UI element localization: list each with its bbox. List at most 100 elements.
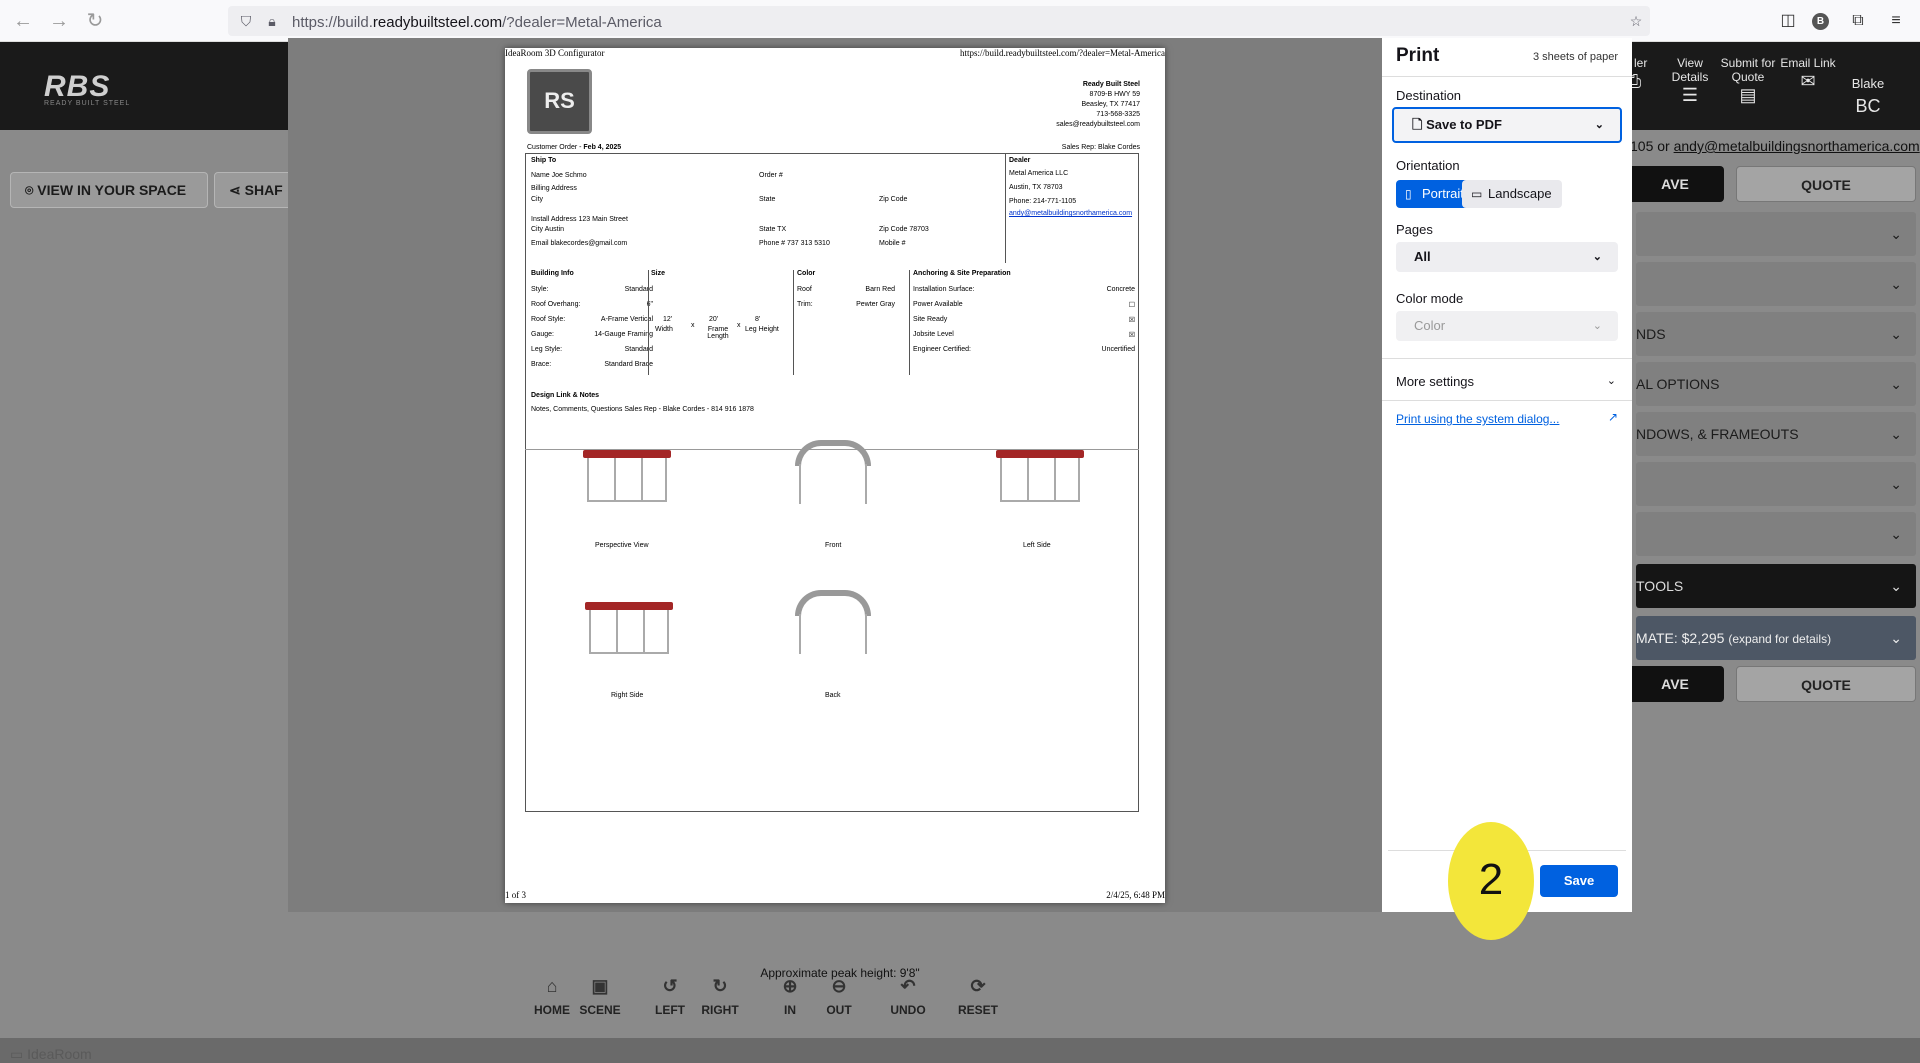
anch-engineer-value: Uncertified: [1101, 346, 1135, 353]
save-design-button[interactable]: AVE: [1626, 166, 1724, 202]
email-link-button[interactable]: Email Link ✉: [1780, 56, 1836, 91]
size-height: 8': [755, 316, 761, 323]
url-text[interactable]: https://build.readybuiltsteel.com/?deale…: [292, 14, 662, 31]
install-city: City Austin: [531, 226, 565, 233]
chevron-down-icon[interactable]: ⌄: [1607, 374, 1616, 387]
logo[interactable]: RBS: [44, 70, 110, 104]
extensions-icon[interactable]: ⧉: [1848, 11, 1868, 31]
color-title: Color: [797, 270, 816, 277]
destination-select[interactable]: 🗋︎ Save to PDF ⌄: [1392, 107, 1622, 143]
save-button[interactable]: Save: [1540, 865, 1618, 897]
accordion-section-4[interactable]: AL OPTIONS ⌄: [1636, 362, 1916, 406]
frame-shape: [589, 610, 669, 654]
sales-rep: Sales Rep: Blake Cordes: [1061, 144, 1140, 151]
color-roof: Roof: [797, 286, 812, 293]
accordion-section-1[interactable]: ⌄: [1636, 212, 1916, 256]
color-trim: Trim:: [797, 301, 813, 308]
address-bar[interactable]: ⛉ 🔒︎ https://build.readybuiltsteel.com/?…: [228, 6, 1650, 36]
user-name[interactable]: Blake: [1844, 76, 1892, 91]
scene-label: SCENE: [579, 1003, 621, 1017]
anch-power-value: ☐: [1128, 302, 1135, 309]
billing-city: City: [531, 196, 544, 203]
billing-zip: Zip Code: [879, 196, 908, 203]
divider: [1138, 153, 1139, 812]
orientation-label: Orientation: [1396, 158, 1460, 173]
profile-avatar[interactable]: B: [1812, 13, 1829, 30]
company-block: Ready Built Steel 8709-B HWY 59 Beasley,…: [1056, 80, 1140, 130]
color-mode-select[interactable]: Color ⌄: [1396, 311, 1618, 341]
share-button[interactable]: ⋖ SHAF: [214, 172, 294, 208]
share-icon: ⋖: [229, 182, 245, 198]
pages-select[interactable]: All ⌄: [1396, 242, 1618, 272]
pages-label: Pages: [1396, 222, 1433, 237]
submit-quote-button[interactable]: Submit for Quote ▤: [1720, 56, 1776, 104]
order-date: Feb 4, 2025: [583, 144, 622, 151]
print-preview-page: IdeaRoom 3D Configurator https://build.r…: [505, 48, 1165, 903]
menu-icon[interactable]: ≡: [1886, 11, 1906, 31]
back-icon[interactable]: ←: [12, 10, 34, 32]
dealer-name: Metal America LLC: [1009, 170, 1069, 177]
quote-button-bottom[interactable]: QUOTE: [1736, 666, 1916, 702]
lock-icon[interactable]: 🔒︎: [264, 13, 280, 29]
chevron-down-icon: ⌄: [1890, 578, 1902, 594]
reset-button[interactable]: ⟳ RESET: [948, 976, 1008, 1017]
bookmark-star-icon[interactable]: ☆: [1628, 13, 1644, 29]
install-address: Install Address 123 Main Street: [531, 216, 628, 223]
bi-overhang-value: 6": [646, 301, 653, 308]
user-initials[interactable]: BC: [1844, 96, 1892, 117]
bi-overhang: Roof Overhang:: [531, 301, 581, 308]
bi-leg-style: Leg Style:: [531, 346, 563, 353]
chevron-down-icon: ⌄: [1890, 426, 1902, 442]
billing-state: State: [759, 196, 776, 203]
undo-button[interactable]: ↶ UNDO: [878, 976, 938, 1017]
bi-gauge: Gauge:: [531, 331, 554, 338]
pocket-icon[interactable]: ◫: [1778, 11, 1798, 31]
chevron-down-icon: ⌄: [1890, 476, 1902, 492]
portrait-page-icon: ▯: [1405, 187, 1412, 201]
accordion-section-5[interactable]: NDOWS, & FRAMEOUTS ⌄: [1636, 412, 1916, 456]
chevron-down-icon: ⌄: [1890, 376, 1902, 392]
envelope-icon: ✉: [1800, 71, 1816, 91]
print-title: Print: [1396, 45, 1440, 66]
pages-value: All: [1414, 249, 1431, 264]
roof-shape: [585, 602, 673, 610]
forward-icon[interactable]: →: [48, 10, 70, 32]
perspective-view-image: [577, 444, 677, 516]
arch-shape: [795, 440, 871, 466]
sheet-header-right: https://build.readybuiltsteel.com/?deale…: [959, 48, 1165, 58]
estimate-label: MATE: $2,295: [1636, 630, 1725, 646]
anch-engineer: Engineer Certified:: [913, 346, 971, 353]
landscape-option[interactable]: ▭ Landscape: [1462, 180, 1562, 208]
billing-address: Billing Address: [531, 185, 577, 192]
accordion-label-5: NDOWS, & FRAMEOUTS: [1636, 426, 1799, 442]
zoom-out-button[interactable]: ⊖ OUT: [809, 976, 869, 1017]
undo-label: UNDO: [890, 1003, 926, 1017]
quote-button[interactable]: QUOTE: [1736, 166, 1916, 202]
notes-text: Notes, Comments, Questions Sales Rep - B…: [531, 406, 754, 413]
shield-icon[interactable]: ⛉: [238, 13, 254, 29]
out-label: OUT: [826, 1003, 852, 1017]
system-dialog-link[interactable]: Print using the system dialog...: [1396, 412, 1559, 426]
rotate-right-button[interactable]: ↻ RIGHT: [690, 976, 750, 1017]
reload-icon[interactable]: ↻: [84, 10, 106, 32]
estimate-bar[interactable]: MATE: $2,295 (expand for details) ⌄: [1636, 616, 1916, 660]
save-design-button-bottom[interactable]: AVE: [1626, 666, 1724, 702]
image-icon: ▣: [591, 976, 609, 996]
accordion-tools[interactable]: TOOLS ⌄: [1636, 564, 1916, 608]
accordion-section-6[interactable]: ⌄: [1636, 462, 1916, 506]
frame-shape: [587, 458, 667, 502]
anchoring-title: Anchoring & Site Preparation: [913, 270, 1011, 277]
more-settings-toggle[interactable]: More settings: [1396, 374, 1474, 389]
view-details-button[interactable]: View Details ☰: [1662, 56, 1718, 104]
size-x1: x: [691, 322, 695, 329]
undo-icon: ↶: [900, 976, 916, 996]
scene-button[interactable]: ▣ SCENE: [570, 976, 630, 1017]
external-link-icon[interactable]: ↗: [1608, 410, 1618, 424]
view-in-space-button[interactable]: ⌾ VIEW IN YOUR SPACE: [10, 172, 208, 208]
divider: [1382, 400, 1632, 401]
order-line: Customer Order - Feb 4, 2025: [527, 144, 621, 151]
accordion-section-3[interactable]: NDS ⌄: [1636, 312, 1916, 356]
accordion-section-7[interactable]: ⌄: [1636, 512, 1916, 556]
contact-email-link[interactable]: andy@metalbuildingsnorthamerica.com: [1674, 138, 1920, 154]
accordion-section-2[interactable]: ⌄: [1636, 262, 1916, 306]
